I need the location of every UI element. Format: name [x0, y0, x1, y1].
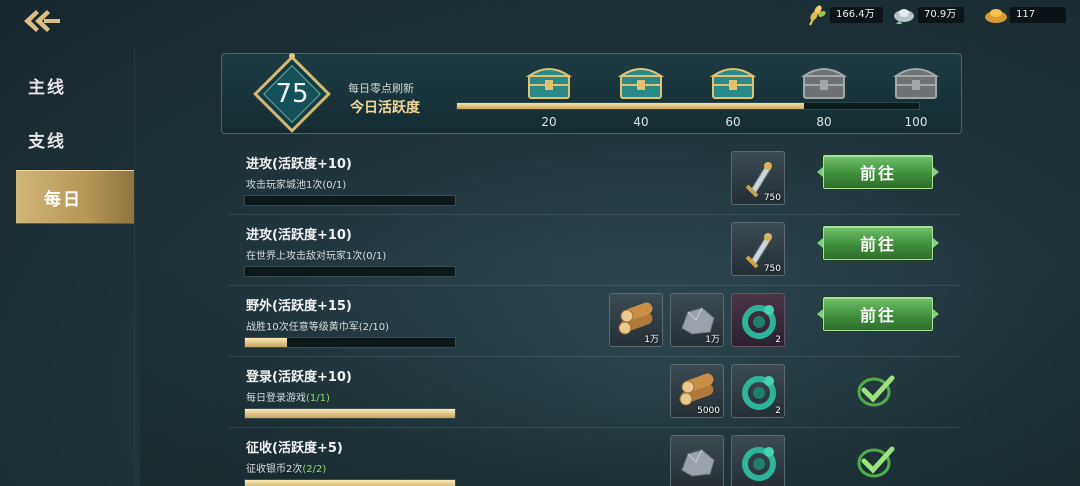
- reward-item[interactable]: 750: [731, 151, 785, 205]
- back-arrow-icon: [24, 10, 60, 32]
- sidebar: 主线 支线 每日: [0, 56, 134, 224]
- currency-food[interactable]: 166.4万: [804, 4, 883, 26]
- task-row: 进攻(活跃度+10) 攻击玩家城池1次(0/1) 750 前往: [228, 145, 960, 215]
- reward-item[interactable]: 5000: [670, 364, 724, 418]
- task-progress-text: (1/1): [306, 393, 330, 404]
- task-progress-bar: [244, 408, 456, 419]
- task-title: 进攻(活跃度+10): [246, 157, 352, 172]
- reward-qty: 750: [763, 193, 781, 203]
- reward-item[interactable]: 750: [731, 222, 785, 276]
- task-desc: 每日登录游戏(1/1): [246, 389, 330, 404]
- sidebar-divider: [134, 48, 135, 486]
- task-progress-bar: [244, 195, 456, 206]
- chest-locked-icon[interactable]: [800, 62, 848, 102]
- task-desc: 攻击玩家城池1次(0/1): [246, 176, 346, 191]
- activity-points: 75: [275, 79, 309, 109]
- go-button[interactable]: 前往: [817, 155, 939, 189]
- task-row: 征收(活跃度+5) 征收银币2次(2/2): [228, 429, 960, 486]
- sidebar-item-label: 主线: [28, 77, 66, 98]
- gold-ingot-icon: [984, 4, 1010, 26]
- sidebar-item-side[interactable]: 支线: [0, 112, 134, 166]
- reward-item[interactable]: [670, 435, 724, 486]
- task-progress-text: (0/1): [322, 180, 347, 191]
- task-row: 登录(活跃度+10) 每日登录游戏(1/1) 5000 2: [228, 358, 960, 428]
- wheat-icon: [804, 4, 830, 26]
- task-progress-fill: [245, 480, 455, 486]
- reward-item[interactable]: [731, 435, 785, 486]
- chest-gold-icon[interactable]: [525, 62, 573, 102]
- task-desc-text: 征收银币2次: [246, 464, 303, 475]
- currency-silver-value: 70.9万: [918, 7, 965, 23]
- task-title: 征收(活跃度+5): [246, 441, 343, 456]
- currency-gold[interactable]: 117: [984, 4, 1066, 26]
- task-progress-fill: [245, 409, 455, 418]
- task-title: 登录(活跃度+10): [246, 370, 352, 385]
- chest-locked-icon[interactable]: [892, 62, 940, 102]
- task-progress-text: (2/10): [358, 322, 389, 333]
- task-desc-text: 每日登录游戏: [246, 393, 306, 404]
- task-title: 进攻(活跃度+10): [246, 228, 352, 243]
- go-button[interactable]: 前往: [817, 297, 939, 331]
- refresh-text: 每日零点刷新: [348, 82, 414, 95]
- reward-qty: 1万: [644, 335, 659, 345]
- activity-panel: 75 每日零点刷新 今日活跃度 20 40 60 80 100: [221, 53, 962, 134]
- check-icon: [856, 443, 896, 479]
- activity-progress-fill: [457, 103, 804, 109]
- task-progress-bar: [244, 479, 456, 486]
- task-desc-text: 在世界上攻击敌对玩家1次: [246, 251, 363, 262]
- task-desc: 征收银币2次(2/2): [246, 460, 326, 475]
- task-progress-text: (0/1): [362, 251, 387, 262]
- currency-food-value: 166.4万: [830, 7, 883, 23]
- chest-gold-icon[interactable]: [709, 62, 757, 102]
- task-desc-text: 战胜10次任意等级黄巾军: [246, 322, 359, 333]
- reward-item[interactable]: 2: [731, 293, 785, 347]
- milestone-label: 20: [541, 115, 557, 129]
- task-row: 野外(活跃度+15) 战胜10次任意等级黄巾军(2/10) 1万 1万 2 前往: [228, 287, 960, 357]
- milestone-label: 60: [725, 115, 741, 129]
- activity-progress-bar: [456, 102, 920, 110]
- milestone-label: 40: [633, 115, 649, 129]
- activity-title: 今日活跃度: [350, 100, 420, 116]
- reward-qty: 750: [763, 264, 781, 274]
- task-desc-text: 攻击玩家城池1次: [246, 180, 323, 191]
- activity-badge: 75: [250, 52, 334, 136]
- currency-silver[interactable]: 70.9万: [892, 4, 965, 26]
- task-row: 进攻(活跃度+10) 在世界上攻击敌对玩家1次(0/1) 750 前往: [228, 216, 960, 286]
- currency-gold-value: 117: [1010, 7, 1066, 23]
- silver-ingot-icon: [892, 4, 918, 26]
- check-icon: [856, 372, 896, 408]
- sidebar-item-label: 支线: [28, 131, 66, 152]
- reward-qty: 5000: [697, 406, 720, 416]
- reward-item[interactable]: 2: [731, 364, 785, 418]
- back-button[interactable]: [18, 6, 64, 36]
- reward-qty: 2: [775, 335, 781, 345]
- milestone-label: 100: [904, 115, 928, 129]
- task-desc: 在世界上攻击敌对玩家1次(0/1): [246, 247, 386, 262]
- task-progress-bar: [244, 337, 456, 348]
- reward-item[interactable]: 1万: [670, 293, 724, 347]
- sidebar-item-main[interactable]: 主线: [0, 58, 134, 112]
- task-title: 野外(活跃度+15): [246, 299, 352, 314]
- reward-qty: 1万: [705, 335, 720, 345]
- chest-gold-icon[interactable]: [617, 62, 665, 102]
- task-progress-text: (2/2): [302, 464, 327, 475]
- go-button[interactable]: 前往: [817, 226, 939, 260]
- task-progress-bar: [244, 266, 456, 277]
- task-progress-fill: [245, 338, 287, 347]
- milestone-label: 80: [816, 115, 832, 129]
- sidebar-item-daily[interactable]: 每日: [16, 170, 134, 224]
- sidebar-item-label: 每日: [44, 189, 82, 210]
- reward-item[interactable]: 1万: [609, 293, 663, 347]
- reward-qty: 2: [775, 406, 781, 416]
- task-desc: 战胜10次任意等级黄巾军(2/10): [246, 318, 389, 333]
